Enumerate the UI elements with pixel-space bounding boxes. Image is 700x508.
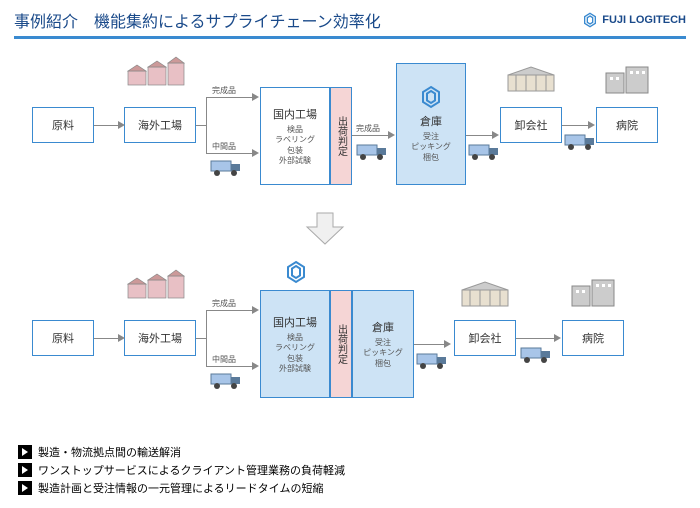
label-overseas: 海外工場 [138,117,182,133]
arrow [516,338,554,339]
label-intermediate: 中間品 [212,354,236,365]
down-arrow-icon [305,211,345,246]
arrow-head [492,131,499,139]
truck-icon [520,346,554,364]
warehouse-building-icon [506,65,556,93]
arrow [206,310,252,311]
truck-icon [210,372,244,390]
box-raw: 原料 [32,320,94,356]
factory-icon [126,55,186,87]
label-domestic: 国内工場 [273,314,317,330]
label-warehouse: 倉庫 [372,319,394,335]
label-hospital: 病院 [616,117,638,133]
box-warehouse: 倉庫 受注 ピッキング 梱包 [352,290,414,398]
label-finished2: 完成品 [356,123,380,134]
label-hospital: 病院 [582,330,604,346]
diagram-canvas: 原料 海外工場 完成品 中間品 国内工場 検品 ラベリング 包装 外部試験 出荷… [0,39,700,433]
label-raw: 原料 [52,117,74,133]
arrow [196,125,206,126]
arrow-head [118,334,125,342]
label-warehouse: 倉庫 [420,113,442,129]
arrow-head [252,362,259,370]
bullet-text: ワンストップサービスによるクライアント管理業務の負荷軽減 [38,462,345,478]
bullet-icon [18,445,32,459]
arrow-head [252,306,259,314]
box-hospital: 病院 [562,320,624,356]
arrow-head [118,121,125,129]
box-warehouse: 倉庫 受注 ピッキング 梱包 [396,63,466,185]
bullet-item: 製造計画と受注情報の一元管理によるリードタイムの短縮 [18,480,345,496]
hospital-building-icon [570,278,616,308]
truck-icon [356,143,390,161]
truck-icon [564,133,598,151]
warehouse-building-icon [460,280,510,308]
arrow-head [252,149,259,157]
label-domestic-sub: 検品 ラベリング 包装 外部試験 [275,333,315,375]
arrow [206,153,252,154]
brand-text: FUJI LOGITECH [602,14,686,26]
label-warehouse-sub: 受注 ピッキング 梱包 [363,338,403,369]
arrow [94,338,118,339]
arrow [206,97,252,98]
label-domestic: 国内工場 [273,106,317,122]
fuji-logo-icon [284,260,308,284]
label-domestic-sub: 検品 ラベリング 包装 外部試験 [275,125,315,167]
arrow-head [588,121,595,129]
arrow [196,338,206,339]
box-raw: 原料 [32,107,94,143]
box-hospital: 病院 [596,107,658,143]
truck-icon [210,159,244,177]
page-title: 事例紹介 機能集約によるサプライチェーン効率化 [14,8,381,32]
label-raw: 原料 [52,330,74,346]
truck-icon [416,352,450,370]
box-wholesaler: 卸会社 [500,107,562,143]
arrow-head [444,340,451,348]
arrow-head [388,131,395,139]
vline [206,310,207,366]
label-wholesaler: 卸会社 [469,330,502,346]
box-domestic: 国内工場 検品 ラベリング 包装 外部試験 [260,290,330,398]
bullet-item: 製造・物流拠点間の輸送解消 [18,444,345,460]
arrow [206,366,252,367]
bullet-icon [18,463,32,477]
arrow [466,135,492,136]
brand-logo: FUJI LOGITECH [582,12,686,28]
label-judge: 出荷判定 [334,324,349,364]
flow-before: 原料 海外工場 完成品 中間品 国内工場 検品 ラベリング 包装 外部試験 出荷… [14,47,686,212]
fuji-logo-icon [582,12,598,28]
vline [206,97,207,153]
truck-icon [468,143,502,161]
fuji-logo-icon [419,85,443,109]
box-wholesaler: 卸会社 [454,320,516,356]
bullet-item: ワンストップサービスによるクライアント管理業務の負荷軽減 [18,462,345,478]
label-overseas: 海外工場 [138,330,182,346]
label-warehouse-sub: 受注 ピッキング 梱包 [411,132,451,163]
box-overseas: 海外工場 [124,320,196,356]
factory-icon [126,268,186,300]
label-finished: 完成品 [212,298,236,309]
header: 事例紹介 機能集約によるサプライチェーン効率化 FUJI LOGITECH [0,0,700,36]
hospital-building-icon [604,65,650,95]
label-finished: 完成品 [212,85,236,96]
arrow-head [252,93,259,101]
bullet-text: 製造計画と受注情報の一元管理によるリードタイムの短縮 [38,480,323,496]
flow-after: 原料 海外工場 完成品 中間品 国内工場 検品 ラベリング 包装 外部試験 出荷… [14,260,686,425]
bullet-list: 製造・物流拠点間の輸送解消 ワンストップサービスによるクライアント管理業務の負荷… [18,444,345,498]
label-intermediate: 中間品 [212,141,236,152]
label-wholesaler: 卸会社 [515,117,548,133]
label-judge: 出荷判定 [334,116,349,156]
box-judge: 出荷判定 [330,290,352,398]
bullet-text: 製造・物流拠点間の輸送解消 [38,444,181,460]
arrow [562,125,588,126]
arrow [352,135,388,136]
bullet-icon [18,481,32,495]
box-judge: 出荷判定 [330,87,352,185]
box-domestic: 国内工場 検品 ラベリング 包装 外部試験 [260,87,330,185]
arrow [94,125,118,126]
arrow [414,344,444,345]
box-overseas: 海外工場 [124,107,196,143]
arrow-head [554,334,561,342]
